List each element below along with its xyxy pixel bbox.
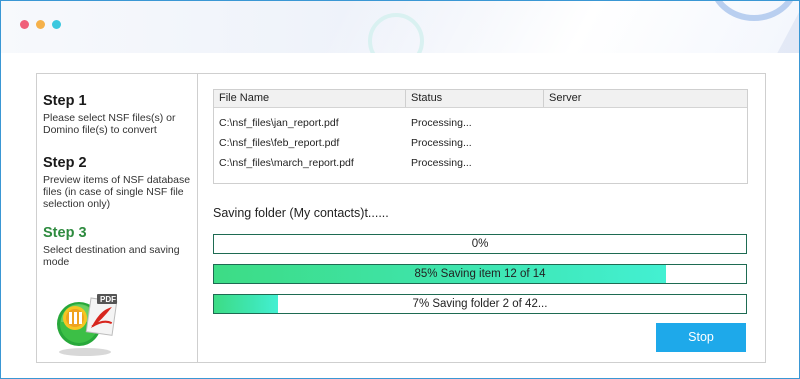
table-body: C:\nsf_files\jan_report.pdf Processing..… xyxy=(214,108,747,173)
conversion-area: File Name Status Server C:\nsf_files\jan… xyxy=(213,74,765,362)
table-row[interactable]: C:\nsf_files\feb_report.pdf Processing..… xyxy=(214,133,747,153)
cell-file-name: C:\nsf_files\jan_report.pdf xyxy=(219,117,339,129)
step-1-description: Please select NSF files(s) or Domino fil… xyxy=(43,112,176,136)
overall-progress-bar: 0% xyxy=(213,234,747,254)
cell-status: Processing... xyxy=(411,137,472,149)
column-header-server[interactable]: Server xyxy=(544,90,747,107)
window-controls xyxy=(20,20,61,29)
close-window-dot[interactable] xyxy=(20,20,29,29)
cell-file-name: C:\nsf_files\feb_report.pdf xyxy=(219,137,340,149)
progress-text: 7% Saving folder 2 of 42... xyxy=(412,298,548,310)
nsf-to-pdf-logo-icon: PDF xyxy=(51,284,131,359)
step-3-description: Select destination and saving mode xyxy=(43,244,180,268)
cell-status: Processing... xyxy=(411,117,472,129)
step-3-title: Step 3 xyxy=(43,225,87,241)
step-3: Step 3 Select destination and saving mod… xyxy=(43,224,193,268)
app-window: Step 1 Please select NSF files(s) or Dom… xyxy=(0,0,800,379)
progress-text: 0% xyxy=(471,238,489,250)
folder-progress-bar: 7% Saving folder 2 of 42... xyxy=(213,294,747,314)
column-header-file-name[interactable]: File Name xyxy=(214,90,406,107)
progress-text: 85% Saving item 12 of 14 xyxy=(414,268,546,280)
logo-pdf-text: PDF xyxy=(100,295,116,304)
step-2-title: Step 2 xyxy=(43,155,87,171)
cell-file-name: C:\nsf_files\march_report.pdf xyxy=(219,157,354,169)
cell-server xyxy=(544,153,747,173)
cell-server xyxy=(544,133,747,153)
stop-button[interactable]: Stop xyxy=(656,323,746,352)
column-header-status[interactable]: Status xyxy=(406,90,544,107)
table-row[interactable]: C:\nsf_files\jan_report.pdf Processing..… xyxy=(214,113,747,133)
step-1-title: Step 1 xyxy=(43,93,87,109)
steps-sidebar: Step 1 Please select NSF files(s) or Dom… xyxy=(37,74,198,362)
step-2-description: Preview items of NSF database files (in … xyxy=(43,174,191,210)
maximize-window-dot[interactable] xyxy=(52,20,61,29)
main-panel: Step 1 Please select NSF files(s) or Dom… xyxy=(36,73,766,363)
saving-status-label: Saving folder (My contacts)t...... xyxy=(213,206,389,220)
minimize-window-dot[interactable] xyxy=(36,20,45,29)
table-header: File Name Status Server xyxy=(214,90,747,108)
step-1: Step 1 Please select NSF files(s) or Dom… xyxy=(43,92,193,136)
step-2: Step 2 Preview items of NSF database fil… xyxy=(43,154,195,210)
cell-server xyxy=(544,113,747,133)
table-row[interactable]: C:\nsf_files\march_report.pdf Processing… xyxy=(214,153,747,173)
file-table: File Name Status Server C:\nsf_files\jan… xyxy=(213,89,748,184)
item-progress-bar: 85% Saving item 12 of 14 xyxy=(213,264,747,284)
cell-status: Processing... xyxy=(411,157,472,169)
title-bar xyxy=(1,1,799,53)
